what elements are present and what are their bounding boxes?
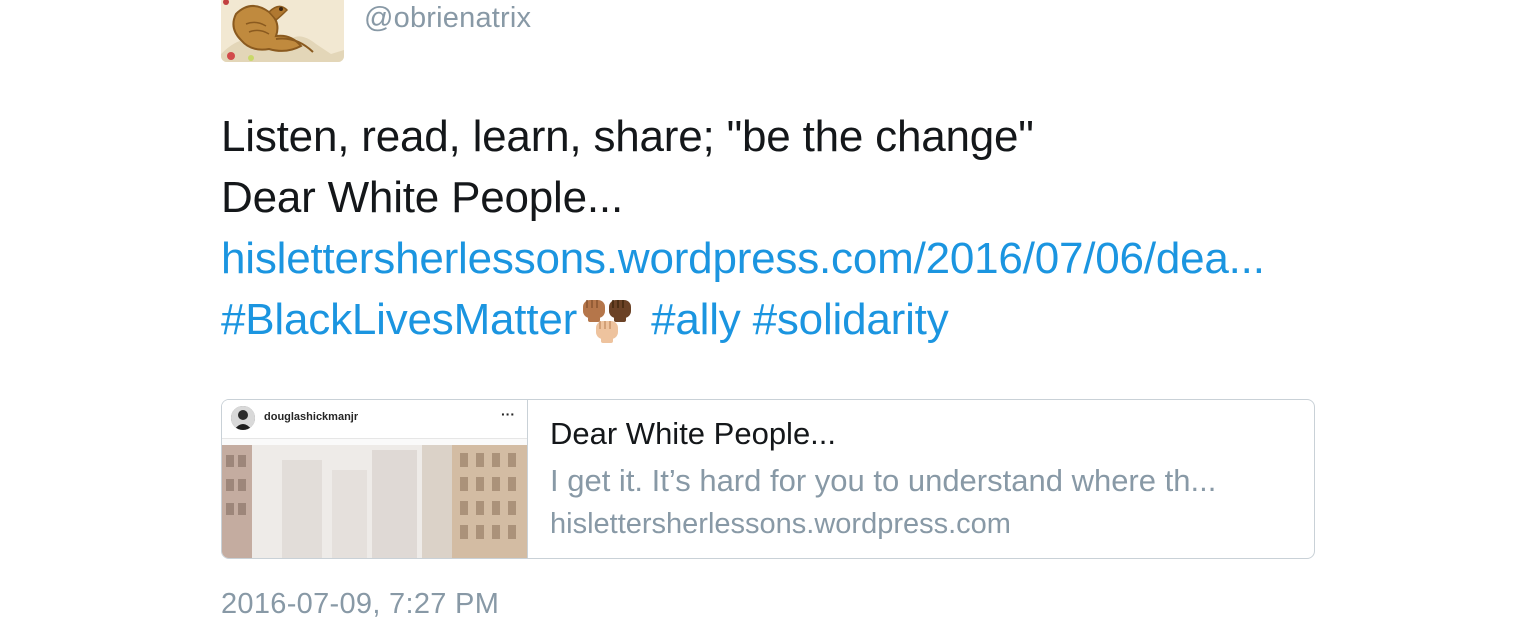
author-avatar[interactable] — [221, 0, 344, 62]
more-options-icon: ··· — [501, 406, 515, 422]
thumb-header: douglashickmanjr ··· — [222, 400, 527, 439]
illustrated-creature-avatar-icon — [221, 0, 344, 62]
card-description: I get it. It’s hard for you to understan… — [550, 463, 1217, 498]
tweet-line-2: Dear White People... — [221, 173, 623, 222]
card-body: Dear White People... I get it. It’s hard… — [550, 414, 1296, 544]
tweet-detail: @obrienatrix Listen, read, learn, share;… — [0, 0, 1532, 643]
hashtag-solidarity[interactable]: #solidarity — [753, 295, 949, 344]
card-domain: hislettersherlessons.wordpress.com — [550, 508, 1011, 540]
card-thumbnail: douglashickmanjr ··· — [222, 400, 528, 558]
link-preview-card[interactable]: douglashickmanjr ··· Dear White People..… — [221, 399, 1315, 559]
tweet-line-1: Listen, read, learn, share; "be the chan… — [221, 112, 1034, 161]
tweet-link[interactable]: hislettersherlessons.wordpress.com/2016/… — [221, 234, 1265, 283]
raised-fists-emoji-icon — [579, 296, 637, 346]
tweet-text: Listen, read, learn, share; "be the chan… — [221, 106, 1265, 350]
author-handle[interactable]: @obrienatrix — [364, 2, 531, 35]
card-title: Dear White People... — [550, 416, 837, 451]
hashtag-ally[interactable]: #ally — [651, 295, 741, 344]
thumb-username: douglashickmanjr — [264, 411, 359, 423]
city-street-photo — [222, 445, 527, 558]
thumb-avatar — [231, 406, 255, 430]
tweet-timestamp[interactable]: 2016-07-09, 7:27 PM — [221, 588, 499, 621]
hashtag-blacklivesmatter[interactable]: #BlackLivesMatter — [221, 295, 577, 344]
